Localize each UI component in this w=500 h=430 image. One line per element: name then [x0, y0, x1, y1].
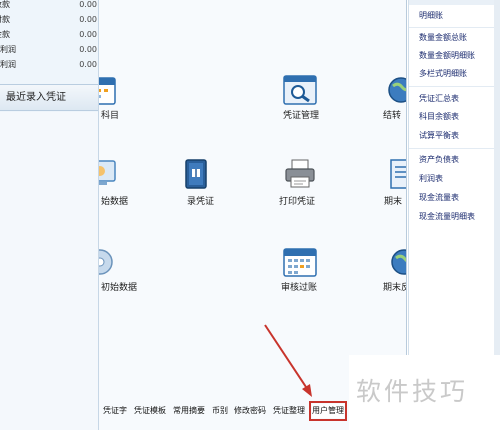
annotation-arrow-icon [264, 324, 312, 397]
